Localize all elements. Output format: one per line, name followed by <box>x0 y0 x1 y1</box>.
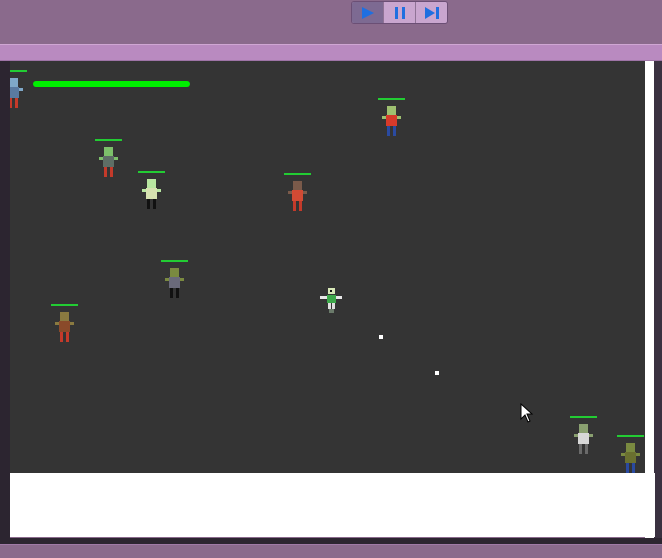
game-canvas[interactable] <box>10 61 645 473</box>
zombie-health-bar <box>10 70 27 72</box>
zombie-arm <box>70 322 74 325</box>
zombie <box>284 173 314 215</box>
zombie-health-bar <box>95 139 122 141</box>
zombie-head <box>293 181 302 190</box>
zombie-shirt <box>625 452 636 463</box>
zombie-arm <box>19 88 23 91</box>
play-button[interactable] <box>352 2 384 23</box>
zombie-head <box>579 424 588 433</box>
zombie-leg <box>170 288 173 298</box>
step-icon <box>424 6 439 19</box>
right-edge <box>654 61 662 538</box>
zombie <box>378 98 408 140</box>
step-button[interactable] <box>416 2 447 23</box>
zombie-leg <box>176 288 179 298</box>
zombie-shirt <box>59 321 70 332</box>
zombie-head <box>170 268 179 277</box>
left-border <box>0 61 10 538</box>
zombie-health-bar <box>378 98 405 100</box>
zombie-arm <box>114 157 118 160</box>
zombie-arm <box>397 116 401 119</box>
zombie-shirt <box>386 115 397 126</box>
player-health-bar <box>33 81 190 87</box>
zombie-leg <box>293 201 296 211</box>
zombie <box>10 70 30 112</box>
zombie-arm <box>157 189 161 192</box>
zombie-head <box>10 78 18 87</box>
zombie-leg <box>585 444 588 454</box>
zombie-health-bar <box>161 260 188 262</box>
zombie <box>95 139 125 181</box>
zombie-leg <box>60 332 63 342</box>
zombie-arm <box>303 191 307 194</box>
zombie-leg <box>632 463 635 473</box>
zombie-shirt <box>578 433 589 444</box>
zombie-leg <box>299 201 302 211</box>
zombie-leg <box>147 199 150 209</box>
zombie-head <box>104 147 113 156</box>
pause-icon <box>394 6 405 19</box>
zombie-head <box>387 106 396 115</box>
zombie <box>617 435 645 473</box>
zombie-shirt <box>10 87 19 98</box>
zombie-arm <box>636 453 640 456</box>
zombie-head <box>626 443 635 452</box>
zombie-health-bar <box>138 171 165 173</box>
zombie-health-bar <box>570 416 597 418</box>
zombie-leg <box>66 332 69 342</box>
mouse-cursor-icon <box>520 403 534 423</box>
zombie <box>51 304 81 346</box>
playback-toolbar <box>351 1 448 24</box>
zombie-leg <box>579 444 582 454</box>
zombie-health-bar <box>51 304 78 306</box>
bottom-panel <box>10 473 655 537</box>
top-frame <box>0 0 662 44</box>
zombie-head <box>60 312 69 321</box>
zombie <box>161 260 191 302</box>
zombie-leg <box>387 126 390 136</box>
bullet <box>379 335 383 339</box>
zombie-leg <box>393 126 396 136</box>
player-character <box>320 288 342 313</box>
zombie-leg <box>110 167 113 177</box>
zombie-shirt <box>169 277 180 288</box>
zombie-health-bar <box>284 173 311 175</box>
zombie-leg <box>10 98 12 108</box>
zombie-shirt <box>146 188 157 199</box>
play-icon <box>361 6 374 19</box>
zombie-arm <box>180 278 184 281</box>
zombie-leg <box>15 98 18 108</box>
zombie-shirt <box>103 156 114 167</box>
zombie-arm <box>589 434 593 437</box>
zombie-health-bar <box>617 435 644 437</box>
header-stripe <box>0 44 662 61</box>
pause-button[interactable] <box>384 2 416 23</box>
zombie-leg <box>626 463 629 473</box>
zombie-head <box>147 179 156 188</box>
zombie-leg <box>104 167 107 177</box>
zombie <box>138 171 168 213</box>
footer-frame <box>0 544 662 558</box>
bullet <box>435 371 439 375</box>
zombie-leg <box>153 199 156 209</box>
zombie-shirt <box>292 190 303 201</box>
zombie <box>570 416 600 458</box>
